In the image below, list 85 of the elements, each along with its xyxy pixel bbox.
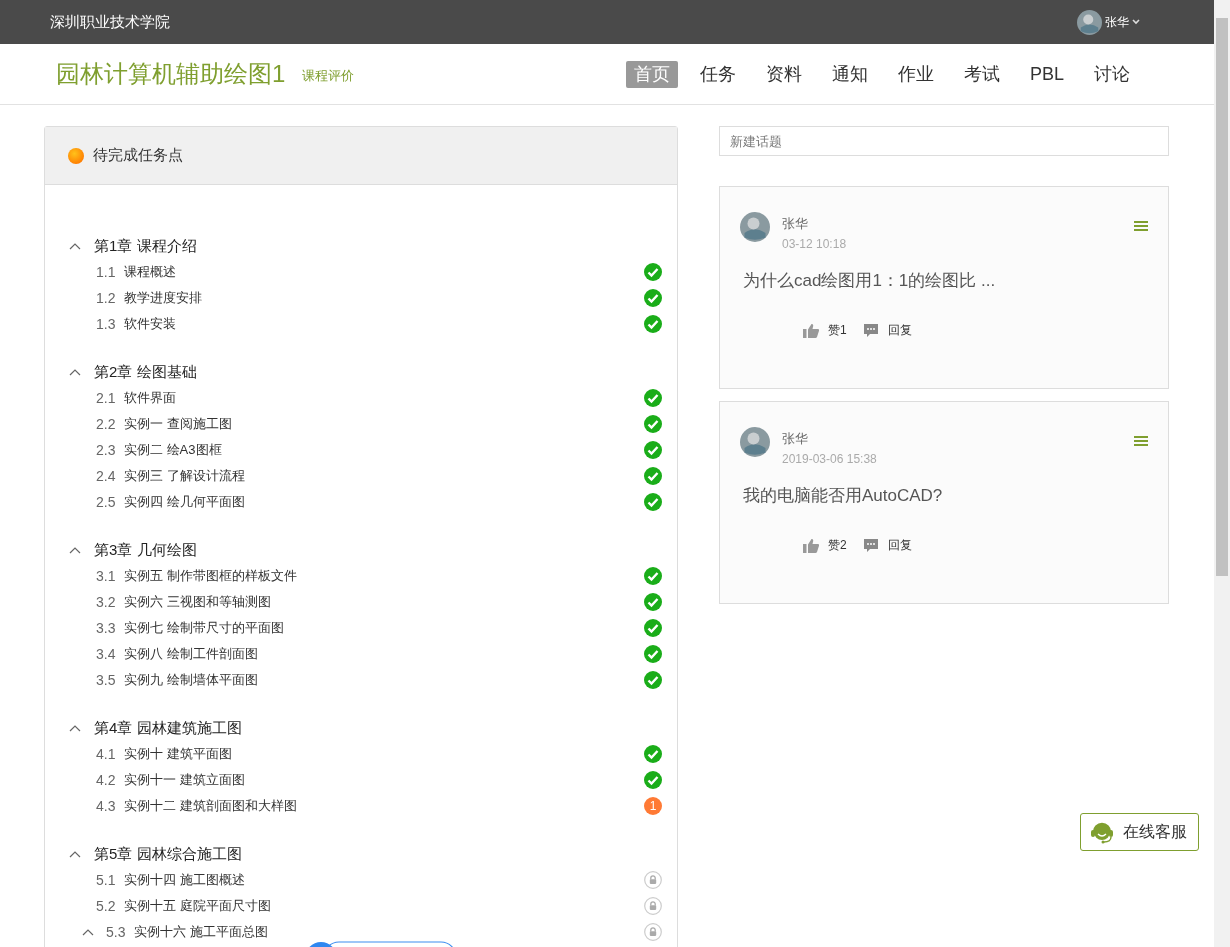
reply-link[interactable]: 回复 xyxy=(887,322,912,339)
post-text[interactable]: 为什么cad绘图用1：1的绘图比 ... xyxy=(743,269,1148,292)
collapse-icon[interactable] xyxy=(82,928,94,936)
collapse-icon[interactable] xyxy=(69,724,81,732)
chapter-title[interactable]: 第4章 园林建筑施工图 xyxy=(94,718,242,738)
comment-icon[interactable] xyxy=(862,538,879,553)
lesson-number: 4.1 xyxy=(96,746,117,762)
lesson-number: 1.3 xyxy=(96,316,117,332)
lesson-number: 3.3 xyxy=(96,620,117,636)
like-count[interactable]: 赞1 xyxy=(828,322,847,339)
collapse-icon[interactable] xyxy=(69,850,81,858)
lesson-number: 5.2 xyxy=(96,898,117,914)
lesson-title[interactable]: 教学进度安排 xyxy=(124,289,202,307)
lesson-number: 3.2 xyxy=(96,594,117,610)
chapter-title[interactable]: 第2章 绘图基础 xyxy=(94,362,197,382)
user-name[interactable]: 张华 xyxy=(1105,13,1129,31)
lesson-title[interactable]: 课程概述 xyxy=(124,263,176,281)
lesson-number: 2.1 xyxy=(96,390,117,406)
lesson-title[interactable]: 实例四 绘几何平面图 xyxy=(124,493,245,511)
chapter-title[interactable]: 第5章 园林综合施工图 xyxy=(94,844,242,864)
comment-icon[interactable] xyxy=(862,323,879,338)
lesson-title[interactable]: 实例八 绘制工件剖面图 xyxy=(124,645,258,663)
lesson-title[interactable]: 实例十 建筑平面图 xyxy=(124,745,232,763)
avatar-icon xyxy=(740,427,770,457)
lesson-title[interactable]: 实例二 绘A3图框 xyxy=(124,441,222,459)
lesson-title[interactable]: 实例十六 施工平面总图 xyxy=(134,923,268,941)
lesson-title[interactable]: 实例一 查阅施工图 xyxy=(124,415,232,433)
status-dot-icon xyxy=(68,147,84,164)
chapter-title[interactable]: 第1章 课程介绍 xyxy=(94,236,197,256)
menu-icon[interactable] xyxy=(1134,435,1148,447)
nav-tab[interactable]: 讨论 xyxy=(1086,60,1138,88)
lesson-number: 2.5 xyxy=(96,494,117,510)
lesson-title[interactable]: 实例十四 施工图概述 xyxy=(124,871,245,889)
lesson-title[interactable]: 实例十一 建筑立面图 xyxy=(124,771,245,789)
menu-icon[interactable] xyxy=(1134,220,1148,232)
avatar-icon xyxy=(1077,9,1102,35)
online-service-button[interactable]: 在线客服 xyxy=(1080,813,1199,851)
nav-tab[interactable]: 资料 xyxy=(757,60,810,88)
panel-title: 待完成任务点 xyxy=(93,146,183,165)
thumbs-up-icon[interactable] xyxy=(803,538,819,553)
avatar-icon xyxy=(740,212,770,242)
lesson-number: 3.1 xyxy=(96,568,117,584)
caret-icon[interactable] xyxy=(1132,19,1140,25)
collapse-icon[interactable] xyxy=(69,368,81,376)
collapse-icon[interactable] xyxy=(69,242,81,250)
lesson-number: 5.1 xyxy=(96,872,117,888)
collapse-icon[interactable] xyxy=(69,546,81,554)
lesson-number: 3.4 xyxy=(96,646,117,662)
thumbs-up-icon[interactable] xyxy=(803,323,819,338)
pending-count: 1 xyxy=(644,797,662,815)
author-name: 张华 xyxy=(782,215,809,233)
lesson-title[interactable]: 实例七 绘制带尺寸的平面图 xyxy=(124,619,284,637)
author-name: 张华 xyxy=(782,430,809,448)
lesson-number: 5.3 xyxy=(106,924,127,940)
nav-tab[interactable]: PBL xyxy=(1021,60,1072,88)
lesson-title[interactable]: 实例十二 建筑剖面图和大样图 xyxy=(124,797,297,815)
lesson-number: 3.5 xyxy=(96,672,117,688)
lesson-number: 4.2 xyxy=(96,772,117,788)
lesson-title[interactable]: 实例九 绘制墙体平面图 xyxy=(124,671,258,689)
lesson-title[interactable]: 实例五 制作带图框的样板文件 xyxy=(124,567,297,585)
post-text[interactable]: 我的电脑能否用AutoCAD? xyxy=(743,484,1148,507)
lesson-number: 1.2 xyxy=(96,290,117,306)
lesson-number: 2.2 xyxy=(96,416,117,432)
lesson-title[interactable]: 软件界面 xyxy=(124,389,176,407)
chapter-title[interactable]: 第3章 几何绘图 xyxy=(94,540,197,560)
lesson-number: 4.3 xyxy=(96,798,117,814)
new-topic-field[interactable]: 新建话题 xyxy=(719,126,1169,156)
post-time: 2019-03-06 15:38 xyxy=(782,452,877,466)
nav-tab[interactable]: 通知 xyxy=(823,60,876,88)
lesson-title[interactable]: 实例三 了解设计流程 xyxy=(124,467,245,485)
post-time: 03-12 10:18 xyxy=(782,237,847,251)
lesson-number: 2.3 xyxy=(96,442,117,458)
lesson-title[interactable]: 实例六 三视图和等轴测图 xyxy=(124,593,271,611)
lesson-number: 2.4 xyxy=(96,468,117,484)
course-title: 园林计算机辅助绘图1 xyxy=(56,59,286,89)
school-name: 深圳职业技术学院 xyxy=(50,12,170,32)
nav-tab[interactable]: 作业 xyxy=(889,60,942,88)
nav-tab[interactable]: 考试 xyxy=(955,60,1008,88)
like-count[interactable]: 赞2 xyxy=(828,537,847,554)
lesson-number: 1.1 xyxy=(96,264,117,280)
scrollbar-thumb[interactable] xyxy=(1216,18,1228,576)
lesson-title[interactable]: 软件安装 xyxy=(124,315,176,333)
nav-tab[interactable]: 任务 xyxy=(691,60,744,88)
lesson-title[interactable]: 实例十五 庭院平面尺寸图 xyxy=(124,897,271,915)
reply-link[interactable]: 回复 xyxy=(887,537,912,554)
